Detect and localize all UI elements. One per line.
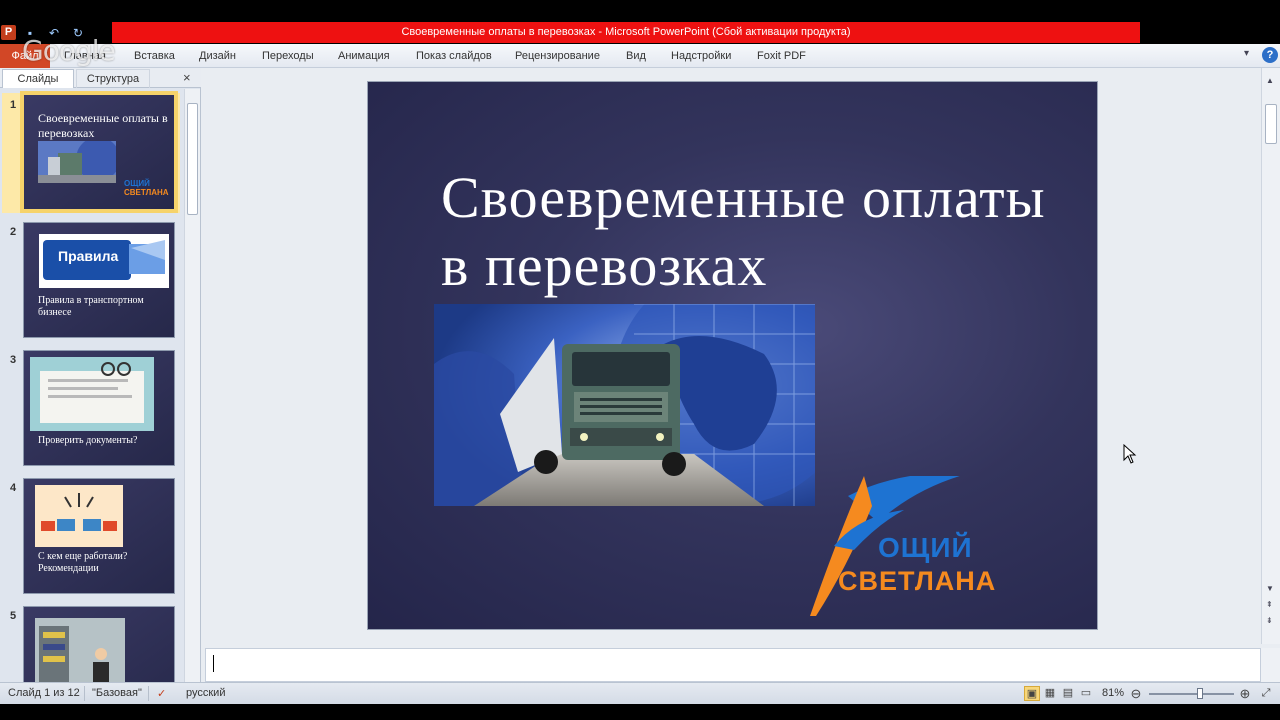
slide-thumbnail-3[interactable]: Проверить документы? [23,350,175,466]
current-slide[interactable]: Своевременные оплаты в перевозках ОЩИЙ С… [367,81,1098,630]
thumbnail-logo-line1: ОЩИЙ [124,179,150,188]
documents-photo [30,357,154,431]
thumbnail-title: Своевременные оплаты в перевозках [38,111,168,140]
close-icon[interactable]: × [183,70,191,85]
ribbon-tabs: Файл Главная Вставка Дизайн Переходы Ани… [0,44,1280,68]
tab-view[interactable]: Вид [626,44,646,68]
chevron-down-icon[interactable]: ▾ [1244,48,1249,59]
slide-thumbnail-5[interactable] [23,606,175,682]
slide-thumbnail-1[interactable]: Своевременные оплаты в перевозках ОЩИЙ С… [20,91,178,213]
thumbnail-number: 3 [10,354,17,366]
tab-transitions[interactable]: Переходы [262,44,314,68]
notes-scrollbar[interactable] [1261,648,1280,682]
tab-outline[interactable]: Структура [76,69,150,88]
truck-photo-thumbnail [38,141,116,183]
thumbnail-caption: С кем еще работали? Рекомендации [38,551,128,574]
thumbnail-logo-line2: СВЕТЛАНА [124,188,169,197]
thumbnail-number: 4 [10,482,17,494]
handshake-illustration [35,485,123,547]
thumbnail-caption: Правила в транспортном бизнесе [38,295,144,318]
google-watermark-logo: Google [22,34,116,67]
window-title: Своевременные оплаты в перевозках - Micr… [112,22,1140,43]
reading-view-icon[interactable]: ▤ [1060,686,1076,701]
workspace: Слайды Структура × 1 Своевременные оплат… [0,68,1280,682]
zoom-out-icon[interactable]: ⊖ [1128,686,1144,701]
theme-name[interactable]: "Базовая" [92,687,142,699]
divider [84,686,85,701]
thumbnail-caption: Проверить документы? [38,435,138,446]
next-slide-icon[interactable]: ⇟ [1266,616,1273,625]
slide-counter: Слайд 1 из 12 [8,687,80,699]
scroll-up-icon[interactable]: ▲ [1266,76,1274,85]
thumbnail-logo: ОЩИЙ СВЕТЛАНА [124,179,169,197]
fit-slide-icon[interactable]: ⤢ [1258,686,1274,701]
bottom-strip [0,704,1280,720]
spellcheck-icon[interactable]: ✓ [157,687,166,700]
thumbnail-list: 1 Своевременные оплаты в перевозках ОЩИЙ… [0,89,184,682]
slides-pane: Слайды Структура × 1 Своевременные оплат… [0,68,201,682]
thumbnail-scrollbar[interactable] [184,89,200,682]
tab-animation[interactable]: Анимация [338,44,390,68]
scrollbar-thumb[interactable] [1265,104,1277,144]
slide-title[interactable]: Своевременные оплаты в перевозках [441,164,1081,300]
thumbnail-number: 5 [10,610,17,622]
pane-tabs: Слайды Структура × [0,68,201,88]
tab-foxit-pdf[interactable]: Foxit PDF [757,44,806,68]
thumbnail-number: 2 [10,226,17,238]
rules-banner-text: Правила [58,248,119,264]
tab-addins[interactable]: Надстройки [671,44,731,68]
thumbnail-number: 1 [10,99,17,111]
slide-thumbnail-2[interactable]: Правила Правила в транспортном бизнесе [23,222,175,338]
tab-design[interactable]: Дизайн [199,44,236,68]
slide-thumbnail-4[interactable]: С кем еще работали? Рекомендации [23,478,175,594]
normal-view-icon[interactable]: ▣ [1024,686,1040,701]
previous-slide-icon[interactable]: ⇞ [1266,600,1273,609]
logo-line1: ОЩИЙ [878,532,973,563]
truck-globe-photo[interactable] [434,304,815,506]
notes-pane[interactable] [205,648,1261,682]
mouse-pointer-icon [1123,444,1137,464]
office-photo [35,618,125,682]
powerpoint-app-icon[interactable]: P [1,25,16,40]
zoom-slider[interactable] [1149,693,1234,695]
tab-insert[interactable]: Вставка [134,44,175,68]
zoom-in-icon[interactable]: ⊕ [1237,686,1253,701]
divider [148,686,149,701]
tab-review[interactable]: Рецензирование [515,44,600,68]
text-caret [213,655,214,672]
zoom-slider-thumb[interactable] [1197,688,1203,699]
slide-sorter-icon[interactable]: ▦ [1042,686,1058,701]
slideshow-icon[interactable]: ▭ [1078,686,1094,701]
tab-slideshow[interactable]: Показ слайдов [416,44,492,68]
language-indicator[interactable]: русский [186,687,225,699]
status-bar: Слайд 1 из 12 "Базовая" ✓ русский ▣ ▦ ▤ … [0,682,1280,704]
scroll-down-icon[interactable]: ▼ [1266,584,1274,593]
logo-line2: СВЕТЛАНА [838,566,997,596]
zoom-level[interactable]: 81% [1102,687,1124,699]
slide-editor: Своевременные оплаты в перевозках ОЩИЙ С… [203,68,1261,644]
editor-vertical-scrollbar[interactable]: ▲ ▼ ⇞ ⇟ [1261,68,1280,644]
scrollbar-thumb[interactable] [187,103,198,215]
help-icon[interactable]: ? [1262,47,1278,63]
tab-slides[interactable]: Слайды [2,69,74,88]
